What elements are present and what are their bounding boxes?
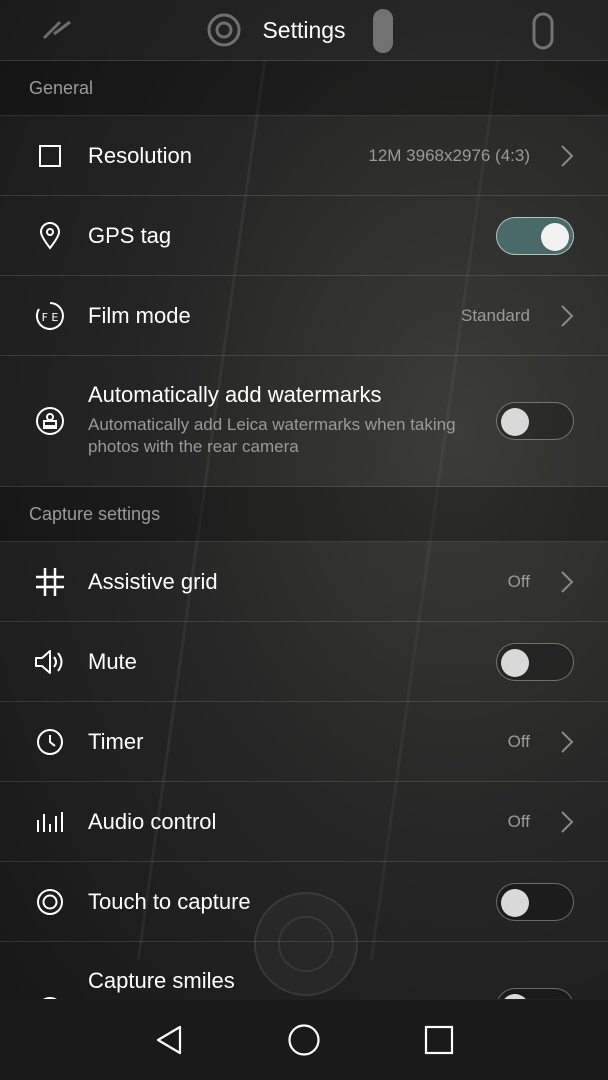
- setting-capture-smiles[interactable]: Capture smiles: [0, 942, 608, 999]
- setting-watermarks[interactable]: Automatically add watermarks Automatical…: [0, 356, 608, 487]
- gps-tag-toggle[interactable]: [496, 216, 574, 255]
- watermarks-toggle[interactable]: [496, 402, 574, 440]
- recents-icon[interactable]: [419, 1020, 459, 1060]
- setting-value: Off: [507, 571, 530, 591]
- setting-label: Audio control: [88, 808, 217, 834]
- setting-assistive-grid[interactable]: Assistive grid Off: [0, 542, 608, 622]
- smile-icon: [34, 994, 66, 999]
- toggle-knob: [501, 888, 529, 917]
- setting-film-mode[interactable]: F E Film mode Standard: [0, 276, 608, 356]
- toggle-knob: [541, 222, 569, 251]
- grid-icon: [34, 566, 66, 598]
- setting-label: Film mode: [88, 302, 191, 328]
- settings-list[interactable]: General Resolution 12M 3968x2976 (4:3) G…: [0, 61, 608, 999]
- settings-header: Settings: [0, 0, 608, 61]
- chevron-right-icon: [561, 810, 574, 833]
- setting-label: Assistive grid: [88, 568, 218, 594]
- audio-bars-icon: [34, 806, 66, 838]
- setting-audio-control[interactable]: Audio control Off: [0, 782, 608, 862]
- svg-text:F E: F E: [42, 311, 59, 324]
- capture-smiles-toggle[interactable]: [496, 988, 574, 999]
- setting-mute[interactable]: Mute: [0, 622, 608, 702]
- setting-description: Automatically add Leica watermarks when …: [88, 415, 456, 456]
- setting-value: 12M 3968x2976 (4:3): [368, 145, 530, 165]
- setting-timer[interactable]: Timer Off: [0, 702, 608, 782]
- setting-label: Mute: [88, 648, 137, 674]
- toggle-knob: [501, 408, 529, 436]
- setting-label: GPS tag: [88, 222, 172, 248]
- setting-label: Automatically add watermarks: [88, 382, 382, 407]
- section-header-general: General: [0, 61, 608, 116]
- setting-value: Off: [507, 731, 530, 751]
- setting-touch-to-capture[interactable]: Touch to capture: [0, 862, 608, 942]
- speaker-icon: [34, 646, 66, 678]
- toggle-knob: [501, 994, 529, 999]
- chevron-right-icon: [561, 570, 574, 593]
- setting-value: Standard: [461, 305, 530, 325]
- setting-gps-tag[interactable]: GPS tag: [0, 196, 608, 276]
- back-icon[interactable]: [149, 1020, 189, 1060]
- chevron-right-icon: [561, 304, 574, 327]
- target-icon: [34, 886, 66, 918]
- setting-resolution[interactable]: Resolution 12M 3968x2976 (4:3): [0, 116, 608, 196]
- film-fe-icon: F E: [34, 300, 66, 332]
- clock-icon: [34, 726, 66, 758]
- location-pin-icon: [34, 220, 66, 252]
- setting-label: Touch to capture: [88, 888, 251, 914]
- setting-label: Timer: [88, 728, 144, 754]
- square-icon: [34, 140, 66, 172]
- mute-toggle[interactable]: [496, 642, 574, 681]
- page-title: Settings: [262, 16, 346, 43]
- stamp-icon: [34, 405, 66, 437]
- section-header-capture: Capture settings: [0, 487, 608, 542]
- chevron-right-icon: [561, 730, 574, 753]
- toggle-knob: [501, 648, 529, 677]
- system-navigation-bar: [0, 1000, 608, 1080]
- setting-label: Capture smiles: [88, 968, 235, 993]
- home-icon[interactable]: [284, 1020, 324, 1060]
- setting-value: Off: [507, 811, 530, 831]
- touch-to-capture-toggle[interactable]: [496, 882, 574, 921]
- chevron-right-icon: [561, 144, 574, 167]
